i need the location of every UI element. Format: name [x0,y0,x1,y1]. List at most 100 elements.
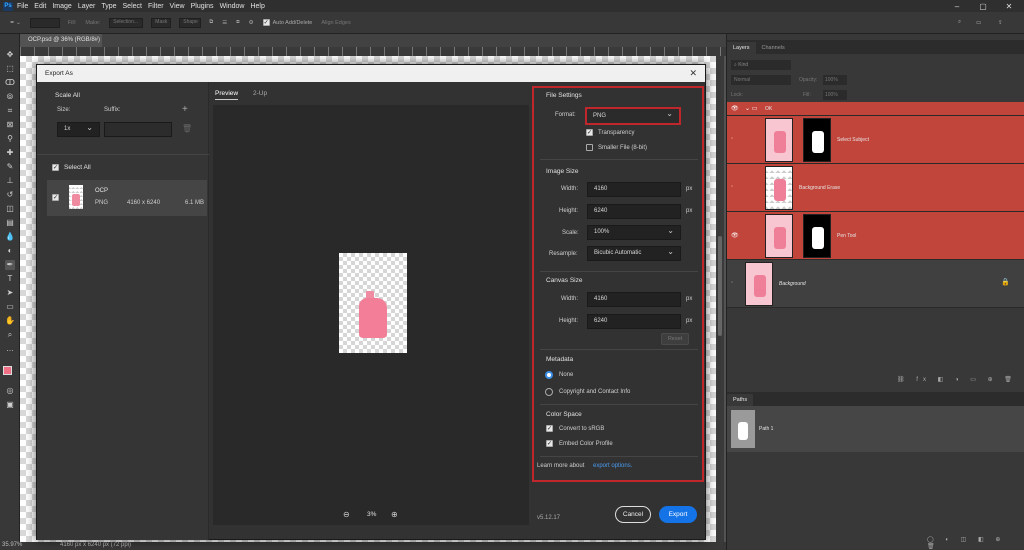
menu-help[interactable]: Help [250,3,264,10]
tab-paths[interactable]: Paths [727,394,754,406]
scale-select[interactable]: 100% [587,224,681,240]
format-select[interactable]: PNG [585,107,681,125]
path-row[interactable]: Path 1 [727,406,1024,452]
menu-edit[interactable]: Edit [34,3,46,10]
blend-mode-select[interactable]: Normal [731,75,791,85]
shape-button[interactable]: Shape [179,17,202,28]
close-icon[interactable]: ✕ [689,65,697,82]
menu-filter[interactable]: Filter [148,3,164,10]
gradient-tool-icon[interactable]: ▤ [5,218,15,228]
menu-file[interactable]: File [17,3,28,10]
zoom-level[interactable]: 35.97% [2,542,22,548]
export-options-link[interactable]: export options. [593,463,632,469]
move-tool-icon[interactable]: ✥ [5,50,15,60]
resample-select[interactable]: Bicubic Automatic [587,245,681,261]
opacity-field[interactable]: 100% [823,75,847,85]
smaller-file-checkbox[interactable] [586,144,593,151]
transparency-checkbox[interactable]: ✓ [586,129,593,136]
reset-button[interactable]: Reset [661,333,689,345]
close-window-icon[interactable]: ✕ [996,0,1022,12]
embed-profile-checkbox[interactable]: ✓ [546,440,553,447]
menu-select[interactable]: Select [123,3,142,10]
menu-type[interactable]: Type [101,3,116,10]
tab-2-up[interactable]: 2-Up [253,90,267,97]
scale-size-select[interactable]: 1x [57,121,100,137]
add-scale-icon[interactable]: + [182,104,188,115]
more-tools-icon[interactable]: … [5,344,15,354]
metadata-none-radio[interactable] [545,371,553,379]
convert-srgb-checkbox[interactable]: ✓ [546,425,553,432]
type-tool-icon[interactable]: T [5,274,15,284]
fill-field[interactable]: 100% [823,90,847,100]
path-operations-icon[interactable]: ⧉ [209,19,213,26]
dodge-tool-icon[interactable]: ◐ [5,246,15,256]
menu-image[interactable]: Image [52,3,71,10]
foreground-color-swatch[interactable] [3,366,12,375]
document-tab[interactable]: OCP.psd @ 36% (RGB/8#) ✕ [20,34,102,56]
crop-tool-icon[interactable]: ⌗ [5,106,15,116]
tab-preview[interactable]: Preview [215,90,239,100]
auto-add-delete-checkbox[interactable]: ✓ [262,19,270,26]
path-alignment-icon[interactable]: ☰ [222,20,227,26]
layer-actions-bar[interactable]: ⛓ fx ◧ ◑ ▭ ⊕ 🗑 [897,376,1017,383]
visibility-eye-icon[interactable]: 👁 [731,232,741,239]
image-width-input[interactable]: 4160 [587,182,681,197]
layer-mask-thumbnail[interactable] [803,214,831,258]
canvas-scrollbar[interactable] [716,56,724,542]
image-height-input[interactable]: 6240 [587,204,681,219]
suffix-input[interactable] [104,122,172,137]
visibility-eye-icon[interactable]: ▫ [731,184,741,190]
layer-background-erase[interactable]: ▫ Background Erase [727,164,1024,212]
frame-tool-icon[interactable]: ⊠ [5,120,15,130]
path-arrangement-icon[interactable]: ⧈ [236,19,240,26]
select-all-checkbox[interactable]: ✓ [52,164,59,171]
asset-checkbox[interactable]: ✓ [52,194,59,201]
visibility-eye-icon[interactable]: ▫ [731,136,741,142]
stamp-tool-icon[interactable]: ⊥ [5,176,15,186]
tab-channels[interactable]: Channels [756,42,791,54]
chevron-down-icon[interactable]: ⌄ ▭ [745,105,757,112]
minimize-icon[interactable]: – [944,0,970,12]
marquee-tool-icon[interactable]: ⬚ [5,64,15,74]
share-icon[interactable]: ⇪ [998,20,1003,26]
layer-select-subject[interactable]: ▫ Select Subject [727,116,1024,164]
canvas-height-input[interactable]: 6240 [587,314,681,329]
zoom-in-icon[interactable]: ⊕ [391,510,398,519]
hand-tool-icon[interactable]: ✋ [5,316,15,326]
blur-tool-icon[interactable]: 💧 [5,232,15,242]
visibility-eye-icon[interactable]: ▫ [731,280,741,286]
quick-select-tool-icon[interactable]: ⦾ [5,92,15,102]
document-info[interactable]: 4160 px x 6240 px (72 ppi) [60,542,131,548]
lasso-tool-icon[interactable]: ↀ [5,78,15,88]
settings-gear-icon[interactable]: ⚙ [249,20,254,26]
asset-row[interactable]: ✓ OCP PNG 4160 x 6240 6.1 MB [47,180,207,216]
eraser-tool-icon[interactable]: ◫ [5,204,15,214]
menu-layer[interactable]: Layer [78,3,96,10]
layer-mask-thumbnail[interactable] [803,118,831,162]
menu-view[interactable]: View [170,3,185,10]
mask-button[interactable]: Mask [151,17,172,28]
workspace-icon[interactable]: ▭ [976,20,981,26]
quick-mask-icon[interactable]: ◎ [5,386,15,396]
brush-tool-icon[interactable]: ✎ [5,162,15,172]
visibility-eye-icon[interactable]: 👁 [731,105,741,112]
layer-background[interactable]: ▫ Background 🔒 [727,260,1024,308]
eyedropper-tool-icon[interactable]: ⚲ [5,134,15,144]
selection-button[interactable]: Selection... [109,17,144,28]
layer-kind-filter[interactable]: ⌕ Kind [731,60,791,70]
zoom-tool-icon[interactable]: ⌕ [5,330,15,340]
menu-plugins[interactable]: Plugins [191,3,214,10]
pen-tool-preset-icon[interactable]: ✒ ⌄ [10,20,21,26]
tab-layers[interactable]: Layers [727,42,756,54]
path-actions-bar[interactable]: ◯ ◐ ◫ ◧ ⊕ 🗑 [927,536,1024,550]
canvas-width-input[interactable]: 4160 [587,292,681,307]
layer-pen-tool[interactable]: 👁 Pen Tool [727,212,1024,260]
export-button[interactable]: Export [659,506,697,523]
path-select-tool-icon[interactable]: ➤ [5,288,15,298]
menu-window[interactable]: Window [220,3,245,10]
cancel-button[interactable]: Cancel [615,506,651,523]
trash-icon[interactable]: 🗑 [182,124,192,133]
pen-tool-icon[interactable]: ✒ [5,260,15,270]
healing-tool-icon[interactable]: ✚ [5,148,15,158]
zoom-out-icon[interactable]: ⊖ [343,510,350,519]
